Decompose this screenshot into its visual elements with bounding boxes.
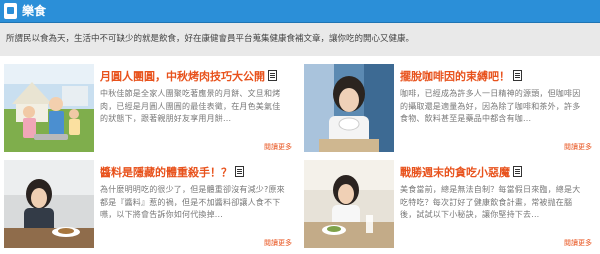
- read-more-link[interactable]: 閱讀更多: [264, 143, 292, 152]
- section-header: 樂食: [0, 0, 600, 23]
- article-excerpt: 中秋佳節是全家人團聚吃著應景的月餅、文旦和烤肉，已經是月圓人團圓的最佳表徵，在月…: [100, 89, 281, 123]
- article-excerpt: 美食當前，總是無法自制？每當假日來臨，總是大吃特吃？每次訂好了健康飲食計畫，常被…: [400, 185, 581, 219]
- article-title[interactable]: 擺脫咖啡因的束縛吧！: [400, 70, 522, 84]
- document-icon: [513, 166, 522, 177]
- document-icon: [513, 70, 522, 81]
- article-excerpt: 為什麼明明吃的很少了，但是體重卻沒有減少?原來都是『醬料』惹的禍，但是不加醬料卻…: [100, 185, 285, 219]
- article-thumbnail[interactable]: [304, 64, 394, 152]
- article-title[interactable]: 醬料是隱藏的體重殺手！？: [100, 166, 244, 180]
- article-thumbnail[interactable]: [4, 64, 94, 152]
- document-icon: [235, 166, 244, 177]
- read-more-link[interactable]: 閱讀更多: [264, 239, 292, 248]
- section-square-icon: [4, 3, 17, 19]
- article-card[interactable]: 擺脫咖啡因的束縛吧！ 咖啡，已經成為許多人一日精神的源頭，但咖啡因的攝取還是適量…: [300, 61, 596, 157]
- document-icon: [268, 70, 277, 81]
- article-thumbnail[interactable]: [304, 160, 394, 248]
- article-title[interactable]: 戰勝週末的貪吃小惡魔: [400, 166, 522, 180]
- article-title[interactable]: 月圓人團圓，中秋烤肉技巧大公開: [100, 70, 277, 84]
- article-card[interactable]: 醬料是隱藏的體重殺手！？ 為什麼明明吃的很少了，但是體重卻沒有減少?原來都是『醬…: [0, 157, 296, 253]
- intro-text: 所謂民以食為天，生活中不可缺少的就是飲食，好在康健會員平台蒐集健康食補文章，讓你…: [6, 34, 415, 44]
- article-excerpt: 咖啡，已經成為許多人一日精神的源頭，但咖啡因的攝取還是適量為好，因為除了咖啡和茶…: [400, 89, 581, 123]
- read-more-link[interactable]: 閱讀更多: [564, 239, 592, 248]
- read-more-link[interactable]: 閱讀更多: [564, 143, 592, 152]
- article-card[interactable]: 戰勝週末的貪吃小惡魔 美食當前，總是無法自制？每當假日來臨，總是大吃特吃？每次訂…: [300, 157, 596, 253]
- intro-bar: 所謂民以食為天，生活中不可缺少的就是飲食，好在康健會員平台蒐集健康食補文章，讓你…: [0, 23, 600, 56]
- article-thumbnail[interactable]: [4, 160, 94, 248]
- article-card[interactable]: 月圓人團圓，中秋烤肉技巧大公開 中秋佳節是全家人團聚吃著應景的月餅、文旦和烤肉，…: [0, 61, 296, 157]
- section-title: 樂食: [22, 4, 47, 18]
